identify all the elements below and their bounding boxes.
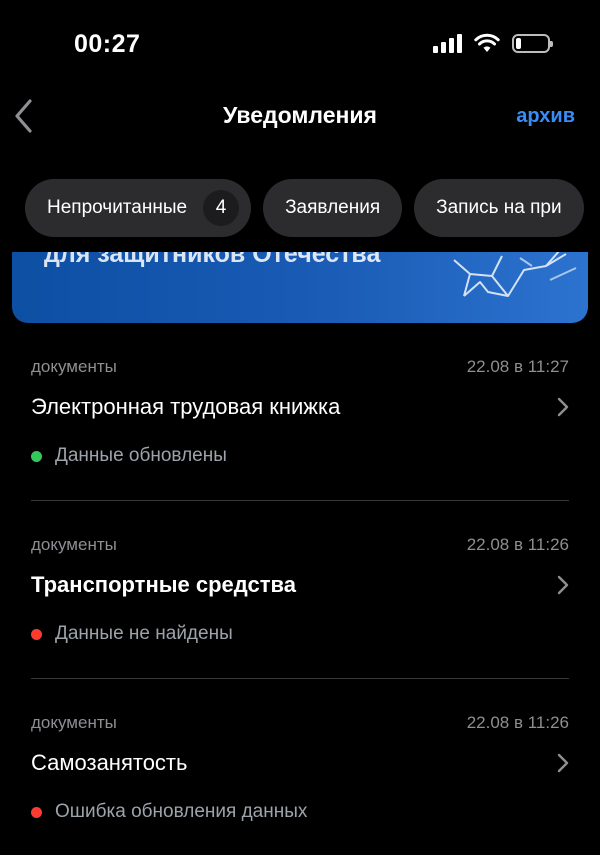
status-dot (31, 628, 42, 640)
chevron-right-icon (557, 397, 569, 417)
cellular-signal-icon (433, 33, 462, 53)
chip-applications-label: Заявления (285, 197, 381, 218)
banner-text: для защитников Отечества (44, 252, 381, 268)
chip-unread-count: 4 (203, 190, 240, 226)
wifi-icon (474, 33, 500, 52)
chip-applications[interactable]: Заявления (263, 179, 403, 237)
page-title: Уведомления (223, 102, 377, 128)
notification-status-text: Данные обновлены (55, 445, 227, 466)
notification-time: 22.08 в 11:26 (466, 535, 569, 554)
filter-chips: Непрочитанные 4 Заявления Запись на при (25, 179, 584, 237)
notifications-list: документы 22.08 в 11:27 Электронная труд… (0, 340, 600, 855)
status-time: 00:27 (74, 30, 141, 58)
divider (31, 678, 569, 679)
archive-link[interactable]: архив (516, 105, 575, 128)
status-dot (31, 450, 42, 462)
notification-time: 22.08 в 11:26 (466, 713, 569, 732)
chip-appointment-label: Запись на при (436, 197, 562, 218)
chip-appointment[interactable]: Запись на при (414, 179, 584, 237)
status-dot (31, 806, 42, 818)
notification-item[interactable]: документы 22.08 в 11:26 Самозанятость Ош… (0, 696, 600, 855)
notification-category: документы (31, 535, 117, 554)
notification-title: Самозанятость (31, 750, 188, 775)
status-bar: 00:27 (0, 0, 600, 90)
notification-status: Данные обновлены (31, 445, 227, 467)
notification-item[interactable]: документы 22.08 в 11:26 Транспортные сре… (0, 518, 600, 696)
notification-status-text: Данные не найдены (55, 623, 233, 644)
notification-title: Транспортные средства (31, 572, 296, 597)
notification-status-text: Ошибка обновления данных (55, 801, 308, 822)
notifications-screen: 00:27 Уведомления архив Непрочитанные 4 … (0, 0, 600, 855)
notification-status: Данные не найдены (31, 623, 233, 645)
promo-banner[interactable]: для защитников Отечества (12, 252, 588, 323)
status-icons (433, 33, 553, 53)
divider (31, 500, 569, 501)
notification-item[interactable]: документы 22.08 в 11:27 Электронная труд… (0, 340, 600, 518)
chevron-right-icon (557, 575, 569, 595)
notification-title: Электронная трудовая книжка (31, 394, 341, 419)
notification-category: документы (31, 713, 117, 732)
notification-time: 22.08 в 11:27 (466, 357, 569, 376)
battery-fill (516, 37, 521, 49)
star-outline-icon (453, 252, 577, 297)
battery-icon (512, 33, 553, 53)
notification-category: документы (31, 357, 117, 376)
chip-unread-label: Непрочитанные (47, 197, 188, 218)
chevron-right-icon (557, 753, 569, 773)
notification-status: Ошибка обновления данных (31, 801, 307, 823)
chip-unread[interactable]: Непрочитанные 4 (25, 179, 252, 237)
